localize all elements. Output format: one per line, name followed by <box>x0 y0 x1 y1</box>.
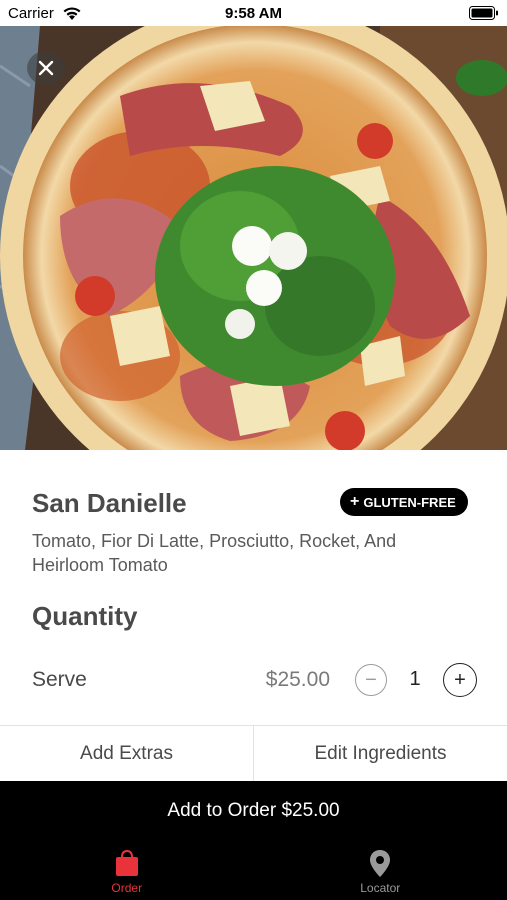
close-button[interactable] <box>27 51 65 85</box>
shopping-bag-icon <box>115 849 138 876</box>
decrease-quantity-button[interactable]: − <box>355 664 387 696</box>
close-icon <box>38 60 54 76</box>
pizza-illustration <box>0 26 507 450</box>
gluten-free-label: GLUTEN-FREE <box>363 494 456 510</box>
status-time: 9:58 AM <box>225 5 282 22</box>
add-to-order-button[interactable]: Add to Order $25.00 <box>0 781 507 841</box>
plus-icon: + <box>350 493 360 510</box>
tab-locator[interactable]: Locator <box>254 841 507 900</box>
serve-price: $25.00 <box>265 668 330 691</box>
battery-icon <box>469 6 498 20</box>
gluten-free-badge: + GLUTEN-FREE <box>340 488 468 516</box>
add-extras-button[interactable]: Add Extras <box>0 726 253 781</box>
tab-bar: Order Locator <box>0 841 507 900</box>
tab-order-label: Order <box>111 881 143 895</box>
serve-label: Serve <box>32 668 87 691</box>
increase-quantity-button[interactable]: + <box>443 663 477 697</box>
options-row: Add Extras Edit Ingredients <box>0 725 507 781</box>
pizza-photo <box>0 26 507 450</box>
minus-icon: − <box>365 668 377 691</box>
tab-order[interactable]: Order <box>0 841 254 900</box>
tab-locator-label: Locator <box>360 881 401 895</box>
product-description: Tomato, Fior Di Latte, Prosciutto, Rocke… <box>32 531 397 575</box>
product-name: San Danielle <box>32 488 187 518</box>
quantity-value: 1 <box>409 668 421 690</box>
status-bar: Carrier 9:58 AM <box>0 0 507 26</box>
map-pin-icon <box>370 850 391 877</box>
edit-ingredients-button[interactable]: Edit Ingredients <box>253 726 507 781</box>
quantity-heading: Quantity <box>32 601 138 631</box>
plus-icon: + <box>454 668 466 691</box>
